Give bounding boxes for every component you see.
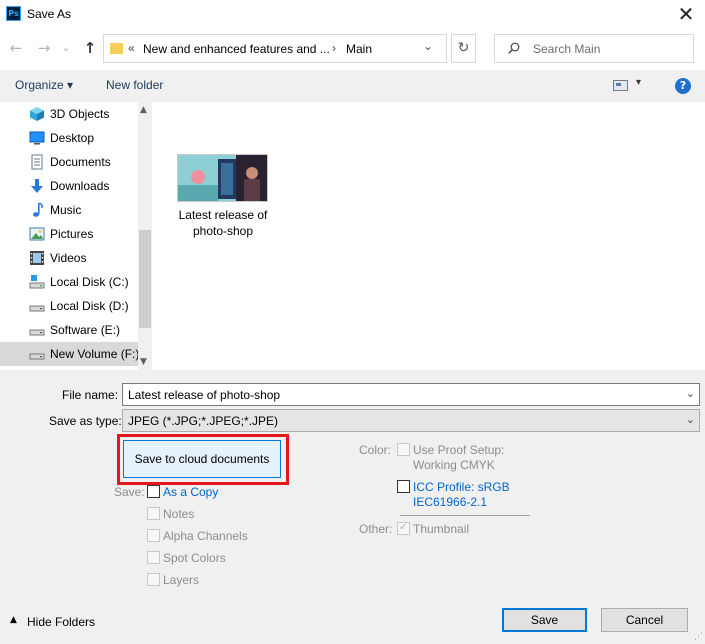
recent-locations-icon[interactable]: ⌄: [59, 38, 73, 58]
search-input[interactable]: Search Main: [494, 34, 694, 63]
chevron-down-icon[interactable]: ⌄: [686, 413, 695, 426]
title-bar: Ps Save As ✕: [0, 0, 705, 30]
address-bar[interactable]: « New and enhanced features and ... › Ma…: [103, 34, 447, 63]
sidebar-item-videos[interactable]: Videos: [0, 246, 138, 270]
sidebar-item-downloads[interactable]: Downloads: [0, 174, 138, 198]
layers-checkbox: [147, 573, 160, 586]
new-folder-button[interactable]: New folder: [106, 78, 163, 92]
file-name-label: Latest release of photo-shop: [178, 208, 268, 238]
address-row: ← → ⌄ ↑ « New and enhanced features and …: [0, 30, 705, 68]
alpha-channels-label: Alpha Channels: [163, 529, 248, 543]
icc-profile-checkbox[interactable]: [397, 480, 410, 493]
sidebar-item-local-disk-c[interactable]: Local Disk (C:): [0, 270, 138, 294]
help-icon[interactable]: ?: [675, 78, 691, 94]
scroll-down-icon[interactable]: ▼: [140, 357, 147, 367]
drive-icon: [29, 329, 45, 336]
spot-colors-label: Spot Colors: [163, 551, 226, 565]
resize-grip-icon[interactable]: ⋰: [694, 632, 703, 642]
notes-checkbox: [147, 507, 160, 520]
sidebar-item-3d-objects[interactable]: 3D Objects: [0, 102, 138, 126]
forward-arrow-icon[interactable]: →: [34, 38, 54, 58]
save-as-type-label: Save as type:: [49, 414, 122, 428]
documents-icon: [31, 154, 43, 170]
change-view-icon[interactable]: [613, 80, 628, 91]
breadcrumb-current[interactable]: Main: [346, 42, 372, 56]
refresh-icon[interactable]: ↻: [451, 34, 476, 63]
close-icon[interactable]: ✕: [673, 1, 699, 27]
working-cmyk-label: Working CMYK: [413, 458, 495, 472]
use-proof-setup-checkbox: [397, 443, 410, 456]
photo-thumbnail-icon: [178, 155, 267, 201]
use-proof-setup-label: Use Proof Setup:: [413, 443, 505, 457]
save-options-label: Save:: [114, 485, 145, 499]
checkmark-icon: ✓: [399, 522, 408, 533]
music-icon: [33, 202, 43, 217]
file-list-pane: Latest release of photo-shop: [152, 102, 705, 370]
local-disk-icon: [29, 305, 45, 312]
cancel-button[interactable]: Cancel: [601, 608, 688, 632]
as-a-copy-label[interactable]: As a Copy: [163, 485, 218, 499]
file-name-label: File name:: [62, 388, 119, 402]
view-options-dropdown[interactable]: ▾: [636, 77, 641, 88]
chevron-down-icon[interactable]: ⌄: [423, 39, 433, 53]
search-placeholder: Search Main: [533, 42, 601, 56]
alpha-channels-checkbox: [147, 529, 160, 542]
chevron-down-icon[interactable]: ⌄: [686, 387, 695, 400]
sidebar-scrollbar[interactable]: ▲ ▼: [138, 102, 152, 370]
sidebar-item-music[interactable]: Music: [0, 198, 138, 222]
layers-label: Layers: [163, 573, 200, 587]
drive-icon: [29, 353, 45, 360]
local-disk-icon: [29, 275, 45, 289]
as-a-copy-checkbox[interactable]: [147, 485, 160, 498]
thumbnail-label: Thumbnail: [413, 522, 470, 536]
pictures-icon: [29, 227, 45, 241]
scroll-up-icon[interactable]: ▲: [140, 105, 147, 115]
notes-label: Notes: [163, 507, 195, 521]
other-label: Other:: [359, 522, 393, 536]
search-icon: [508, 42, 520, 54]
desktop-icon: [29, 131, 45, 145]
sidebar-item-new-volume-f[interactable]: New Volume (F:): [0, 342, 139, 366]
sidebar-item-desktop[interactable]: Desktop: [0, 126, 138, 150]
icc-profile-label[interactable]: ICC Profile: sRGB: [413, 480, 510, 494]
videos-icon: [30, 251, 44, 265]
up-arrow-icon[interactable]: ↑: [80, 38, 100, 58]
window-title: Save As: [27, 7, 72, 21]
sidebar-item-documents[interactable]: Documents: [0, 150, 138, 174]
chevron-right-icon[interactable]: ›: [332, 41, 336, 55]
save-to-cloud-button[interactable]: Save to cloud documents: [123, 440, 281, 478]
icc-profile-value: IEC61966-2.1: [413, 495, 488, 509]
color-label: Color:: [359, 443, 392, 457]
sidebar-item-local-disk-d[interactable]: Local Disk (D:): [0, 294, 138, 318]
folder-icon: [110, 43, 123, 54]
save-button[interactable]: Save: [502, 608, 587, 632]
file-name-input[interactable]: Latest release of photo-shop ⌄: [122, 383, 700, 406]
organize-button[interactable]: Organize ▾: [15, 78, 73, 92]
sidebar-item-pictures[interactable]: Pictures: [0, 222, 138, 246]
downloads-icon: [31, 179, 43, 193]
navigation-pane: 3D Objects Desktop Documents Downloads M…: [0, 102, 152, 370]
photoshop-logo-icon: Ps: [6, 6, 21, 21]
breadcrumb-overflow-icon[interactable]: «: [128, 41, 135, 55]
spot-colors-checkbox: [147, 551, 160, 564]
toolbar: Organize ▾ New folder ▾ ?: [0, 70, 705, 102]
3d-objects-icon: [30, 107, 44, 121]
file-thumbnail: [177, 154, 268, 202]
scrollbar-thumb[interactable]: [139, 230, 151, 328]
save-as-type-select[interactable]: JPEG (*.JPG;*.JPEG;*.JPE) ⌄: [122, 409, 700, 432]
chevron-up-icon: ▲: [10, 615, 17, 625]
breadcrumb-parent[interactable]: New and enhanced features and ...: [143, 42, 330, 56]
sidebar-item-software-e[interactable]: Software (E:): [0, 318, 138, 342]
divider: [400, 515, 530, 516]
back-arrow-icon[interactable]: ←: [6, 38, 26, 58]
